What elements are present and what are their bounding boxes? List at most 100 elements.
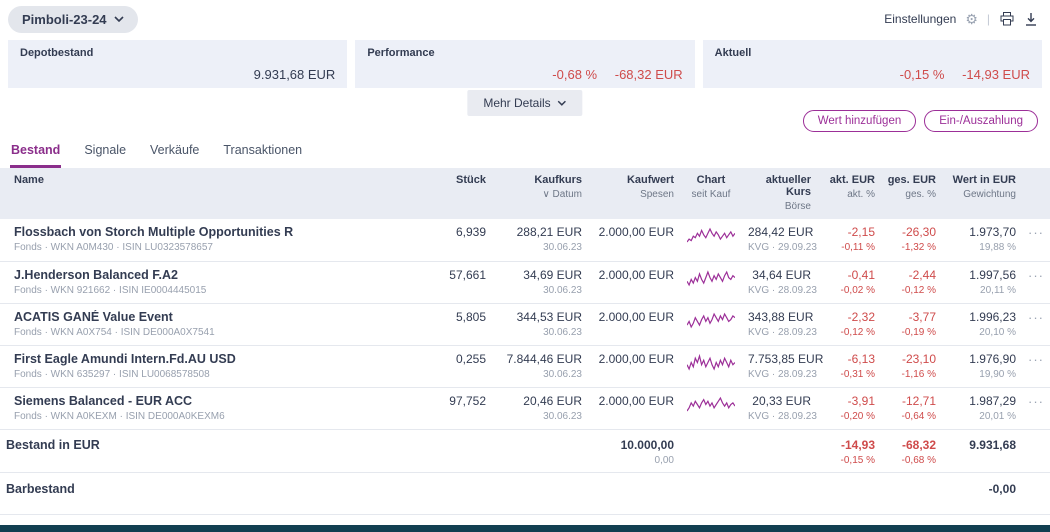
akt-pct-value: -0,11 % [841, 242, 875, 253]
position-details: Fonds · WKN A0M430 · ISIN LU0323578657 [14, 242, 213, 253]
kaufdatum: 30.06.23 [543, 410, 582, 422]
controls-row: Mehr Details Wert hinzufügen Ein-/Auszah… [0, 88, 1050, 134]
col-header-kaufkurs[interactable]: Kaufkurs ∨ Datum [492, 168, 588, 219]
akt-eur-value: -2,32 [847, 309, 875, 324]
print-icon[interactable] [999, 11, 1015, 27]
footer-strip [0, 525, 1050, 532]
aktueller-kurs-value: 7.753,85 EUR [748, 351, 824, 366]
boerse-info: KVG · 28.09.23 [748, 368, 817, 380]
position-name[interactable]: Flossbach von Storch Multiple Opportunit… [14, 225, 414, 239]
barbestand-row: Barbestand -0,00 [0, 472, 1050, 515]
positions-tbody: Flossbach von Storch Multiple Opportunit… [0, 219, 1050, 430]
position-row: Siemens Balanced - EUR ACC Fonds · WKN A… [0, 387, 1050, 430]
kaufdatum: 30.06.23 [543, 326, 582, 338]
ein-auszahlung-button[interactable]: Ein-/Auszahlung [924, 110, 1038, 132]
ges-pct-value: -0,19 % [901, 326, 936, 338]
ges-pct-value: -1,16 % [901, 368, 936, 380]
stueck-value: 97,752 [449, 393, 486, 408]
position-name[interactable]: J.Henderson Balanced F.A2 [14, 268, 414, 282]
kaufdatum: 30.06.23 [543, 284, 582, 296]
card-label: Performance [367, 47, 435, 59]
aktueller-kurs-value: 34,64 EUR [752, 267, 811, 282]
total-wert: 9.931,68 [969, 437, 1016, 452]
gewichtung-value: 20,10 % [979, 326, 1016, 338]
kaufkurs-value: 288,21 EUR [516, 225, 582, 239]
card-performance: Performance -0,68 % -68,32 EUR [355, 40, 695, 88]
position-details: Fonds · WKN 921662 · ISIN IE0004445015 [14, 284, 207, 296]
aktuell-value: -14,93 EUR [962, 67, 1030, 82]
gewichtung-value: 20,01 % [979, 410, 1016, 422]
row-menu-button[interactable]: ··· [1028, 268, 1044, 283]
tab-signale[interactable]: Signale [83, 143, 127, 168]
col-header-aktueller-kurs: aktueller Kurs Börse [742, 168, 817, 219]
total-ges-eur: -68,32 [901, 437, 936, 452]
sparkline-chart[interactable] [686, 312, 736, 332]
depot-selector[interactable]: Pimboli-23-24 [8, 5, 138, 33]
ges-eur-value: -23,10 [901, 351, 936, 366]
position-row: J.Henderson Balanced F.A2 Fonds · WKN 92… [0, 261, 1050, 304]
col-header-stueck: Stück [420, 168, 492, 219]
wert-value: 1.987,29 [969, 393, 1016, 408]
card-aktuell: Aktuell -0,15 % -14,93 EUR [702, 40, 1042, 88]
stueck-value: 6,939 [455, 225, 486, 239]
boerse-info: KVG · 29.09.23 [748, 242, 817, 253]
boerse-info: KVG · 28.09.23 [748, 326, 817, 338]
sparkline-chart[interactable] [686, 353, 736, 374]
kaufkurs-value: 20,46 EUR [523, 393, 582, 408]
tab-bestand[interactable]: Bestand [10, 143, 62, 168]
position-name[interactable]: First Eagle Amundi Intern.Fd.AU USD [14, 352, 414, 366]
position-details: Fonds · WKN A0KEXM · ISIN DE000A0KEXM6 [14, 410, 225, 422]
row-menu-button[interactable]: ··· [1028, 225, 1044, 240]
performance-percent: -0,68 % [552, 67, 598, 82]
aktueller-kurs-value: 20,33 EUR [752, 393, 811, 408]
card-depotbestand: Depotbestand 9.931,68 EUR [8, 40, 348, 88]
kaufdatum: 30.06.23 [543, 368, 582, 380]
row-menu-button[interactable]: ··· [1028, 310, 1044, 325]
download-icon[interactable] [1024, 12, 1038, 27]
mehr-details-button[interactable]: Mehr Details [467, 90, 583, 116]
ges-pct-value: -0,64 % [901, 410, 936, 422]
akt-pct-value: -0,12 % [840, 326, 875, 338]
col-header-akt-eur: akt. EUR akt. % [817, 168, 881, 219]
position-details: Fonds · WKN A0X754 · ISIN DE000A0X7541 [14, 326, 215, 338]
performance-value: -68,32 EUR [614, 67, 683, 82]
row-menu-button[interactable]: ··· [1028, 352, 1044, 367]
sparkline-chart[interactable] [686, 227, 736, 247]
kaufdatum: 30.06.23 [543, 242, 582, 253]
total-akt-pct: -0,15 % [840, 454, 875, 466]
boerse-info: KVG · 28.09.23 [748, 284, 817, 296]
col-header-ges-eur: ges. EUR ges. % [881, 168, 942, 219]
akt-pct-value: -0,02 % [840, 284, 875, 296]
aktueller-kurs-value: 343,88 EUR [748, 309, 814, 324]
col-header-wert: Wert in EUR Gewichtung [942, 168, 1022, 219]
positions-table: Name Stück Kaufkurs ∨ Datum Kaufwert Spese… [0, 168, 1050, 532]
aktueller-kurs-value: 284,42 EUR [748, 225, 814, 239]
total-kaufwert: 10.000,00 [620, 437, 674, 452]
stueck-value: 5,805 [455, 309, 486, 324]
settings-label[interactable]: Einstellungen [884, 12, 956, 26]
bestand-total-row: Bestand in EUR 10.000,00 0,00 -14,93 -0,15… [0, 428, 1050, 473]
akt-eur-value: -3,91 [847, 393, 875, 408]
ges-eur-value: -3,77 [908, 309, 936, 324]
divider: | [986, 12, 990, 26]
sparkline-chart[interactable] [686, 396, 736, 416]
row-menu-button[interactable]: ··· [1028, 394, 1044, 409]
top-bar: Pimboli-23-24 Einstellungen ⚙ | [0, 0, 1050, 38]
gear-icon[interactable]: ⚙ [965, 11, 978, 28]
barbestand-label: Barbestand [0, 472, 420, 515]
tab-verkaeufe[interactable]: Verkäufe [149, 143, 200, 168]
position-name[interactable]: Siemens Balanced - EUR ACC [14, 394, 414, 408]
table-header-row: Name Stück Kaufkurs ∨ Datum Kaufwert Spese… [0, 168, 1050, 219]
position-name[interactable]: ACATIS GANÉ Value Event [14, 310, 414, 324]
aktuell-percent: -0,15 % [899, 67, 945, 82]
col-header-chart: Chart seit Kauf [680, 168, 742, 219]
tab-transaktionen[interactable]: Transaktionen [222, 143, 303, 168]
col-header-kaufwert: Kaufwert Spesen [588, 168, 680, 219]
ges-pct-value: -1,32 % [901, 242, 936, 253]
wert-hinzufuegen-button[interactable]: Wert hinzufügen [802, 110, 917, 132]
mehr-details-label: Mehr Details [483, 96, 551, 110]
kaufwert-value: 2.000,00 EUR [598, 309, 674, 324]
akt-pct-value: -0,20 % [840, 410, 875, 422]
sparkline-chart[interactable] [686, 269, 736, 290]
chevron-down-icon [113, 16, 124, 22]
